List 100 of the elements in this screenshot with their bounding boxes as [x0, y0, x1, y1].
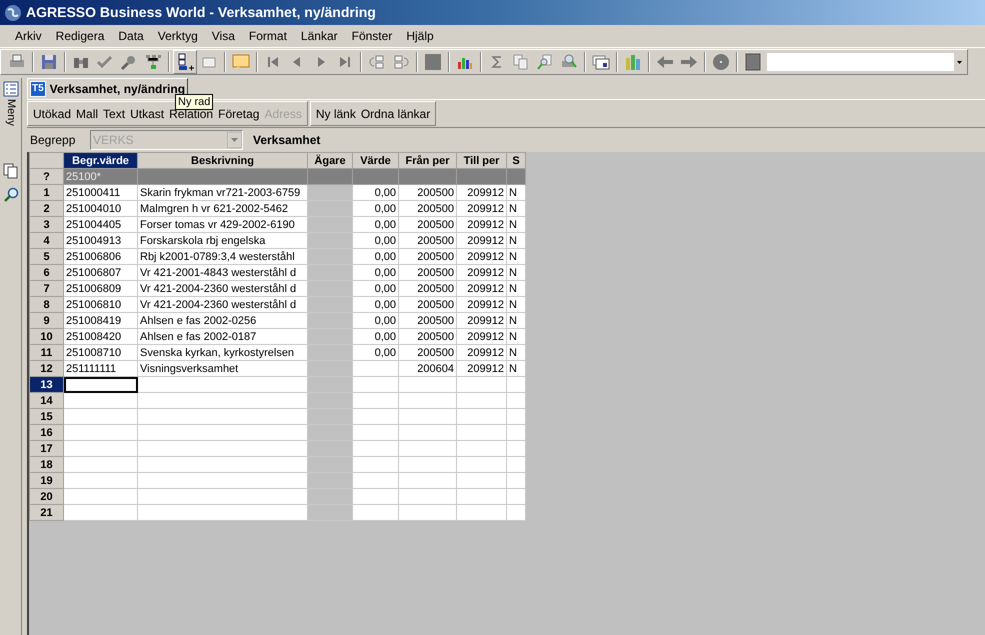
row-header[interactable]: 1	[30, 184, 64, 200]
toolbar-button[interactable]: Ordna länkar	[360, 104, 430, 122]
row-header[interactable]: 18	[30, 456, 64, 472]
table-cell: 251008420	[64, 328, 138, 344]
table-cell: 200500	[398, 296, 456, 312]
table-cell: 251008419	[64, 312, 138, 328]
column-header[interactable]: Från per	[398, 152, 456, 168]
row-header[interactable]: 6	[30, 264, 64, 280]
menu-item[interactable]: Visa	[204, 27, 242, 45]
row-header[interactable]: 8	[30, 296, 64, 312]
table-cell: 209912	[456, 280, 506, 296]
table-cell: 0,00	[352, 344, 398, 360]
toolbar-button[interactable]: Ny länk	[316, 104, 356, 122]
menu-item[interactable]: Hjälp	[399, 27, 441, 45]
row-header[interactable]: 9	[30, 312, 64, 328]
copy-icon[interactable]	[2, 162, 20, 180]
row-header[interactable]: 20	[30, 488, 64, 504]
table-cell: 251008710	[64, 344, 138, 360]
menu-item[interactable]: Verktyg	[150, 27, 205, 45]
table-cell: 200500	[398, 312, 456, 328]
toolbar-button[interactable]: Företag	[218, 104, 260, 122]
row-header[interactable]: 12	[30, 360, 64, 376]
table-cell: 251000411	[64, 184, 138, 200]
row-header[interactable]: 13	[30, 376, 64, 392]
table-cell: 251111111	[64, 360, 138, 376]
table-cell: Forskarskola rbj engelska	[138, 232, 308, 248]
table-cell: 0,00	[352, 232, 398, 248]
tab-label: Verksamhet, ny/ändring	[50, 81, 186, 97]
table-cell: 0,00	[352, 296, 398, 312]
table-cell: 0,00	[352, 248, 398, 264]
row-header[interactable]: 21	[30, 504, 64, 520]
window-title: AGRESSO Business World - Verksamhet, ny/ändring	[26, 3, 376, 22]
table-cell: 200604	[398, 360, 456, 376]
table-cell: Skarin frykman vr721-2003-6759	[138, 184, 308, 200]
table-cell: Rbj k2001-0789:3,4 westerståhl	[138, 248, 308, 264]
toolbar-button[interactable]: Utökad	[33, 104, 72, 122]
table-cell: 209912	[456, 248, 506, 264]
table-cell: 251006810	[64, 296, 138, 312]
table-cell: Vr 421-2004-2360 westerståhl d	[138, 296, 308, 312]
row-header[interactable]: 19	[30, 472, 64, 488]
row-header[interactable]: 5	[30, 248, 64, 264]
row-header[interactable]: 10	[30, 328, 64, 344]
row-header[interactable]: 2	[30, 200, 64, 216]
column-header[interactable]: Värde	[352, 152, 398, 168]
column-header[interactable]: Till per	[456, 152, 506, 168]
search-icon[interactable]	[2, 186, 20, 204]
bottles-icon[interactable]	[623, 52, 643, 72]
row-header[interactable]: 7	[30, 280, 64, 296]
document-icon[interactable]	[743, 52, 763, 72]
table-cell: 0,00	[352, 184, 398, 200]
menu-item[interactable]: Data	[111, 27, 151, 45]
toolbar-button[interactable]: Text	[103, 104, 126, 122]
table-cell: 200500	[398, 328, 456, 344]
table-cell: Vr 421-2001-4843 westerståhl d	[138, 264, 308, 280]
table-cell: Ahlsen e fas 2002-0256	[138, 312, 308, 328]
column-header[interactable]: Ägare	[308, 152, 352, 168]
input-field[interactable]	[64, 376, 138, 392]
menu-tab[interactable]: Meny	[2, 99, 19, 126]
table-cell: 200500	[398, 184, 456, 200]
menu-item[interactable]: Fönster	[344, 27, 400, 45]
row-header: ?	[30, 168, 64, 184]
menu-item[interactable]: Länkar	[294, 27, 345, 45]
t5-badge: T5	[30, 81, 46, 97]
toolbar-button[interactable]: Mall	[76, 104, 98, 122]
column-header[interactable]: Begr.värde	[64, 152, 138, 168]
row-header[interactable]: 3	[30, 216, 64, 232]
tree-icon[interactable]	[143, 52, 163, 72]
table-cell: 251004913	[64, 232, 138, 248]
row-header[interactable]: 14	[30, 392, 64, 408]
table-cell: 251006807	[64, 264, 138, 280]
row-header[interactable]: 15	[30, 408, 64, 424]
toolbar-button[interactable]: Utkast	[130, 104, 164, 122]
menu-item[interactable]: Format	[242, 27, 294, 45]
table-cell: 200500	[398, 216, 456, 232]
table-cell: 209912	[456, 264, 506, 280]
menu-item[interactable]: Redigera	[48, 27, 112, 45]
table-cell: Svenska kyrkan, kyrkostyrelsen	[138, 344, 308, 360]
table-cell: 209912	[456, 232, 506, 248]
table-cell: 209912	[456, 296, 506, 312]
table-cell: 209912	[456, 200, 506, 216]
table-cell: 200500	[398, 232, 456, 248]
tooltip: Ny rad	[175, 94, 214, 110]
table-cell: Vr 421-2004-2360 westerståhl d	[138, 280, 308, 296]
row-header[interactable]: 16	[30, 424, 64, 440]
list-icon[interactable]	[2, 81, 18, 97]
row-header[interactable]: 17	[30, 440, 64, 456]
table-cell: 200500	[398, 264, 456, 280]
table-cell: 0,00	[352, 280, 398, 296]
row-header[interactable]: 11	[30, 344, 64, 360]
save-icon[interactable]	[39, 52, 59, 72]
table-cell: Malmgren h vr 621-2002-5462	[138, 200, 308, 216]
stop-icon[interactable]	[711, 52, 731, 72]
column-header[interactable]: S	[506, 152, 526, 168]
menu-item[interactable]: Arkiv	[8, 27, 49, 45]
square-icon[interactable]	[423, 52, 443, 72]
row-header[interactable]: 4	[30, 232, 64, 248]
table-cell: 0,00	[352, 200, 398, 216]
table-cell: 0,00	[352, 264, 398, 280]
column-header[interactable]: Beskrivning	[138, 152, 308, 168]
table-cell: Ahlsen e fas 2002-0187	[138, 328, 308, 344]
